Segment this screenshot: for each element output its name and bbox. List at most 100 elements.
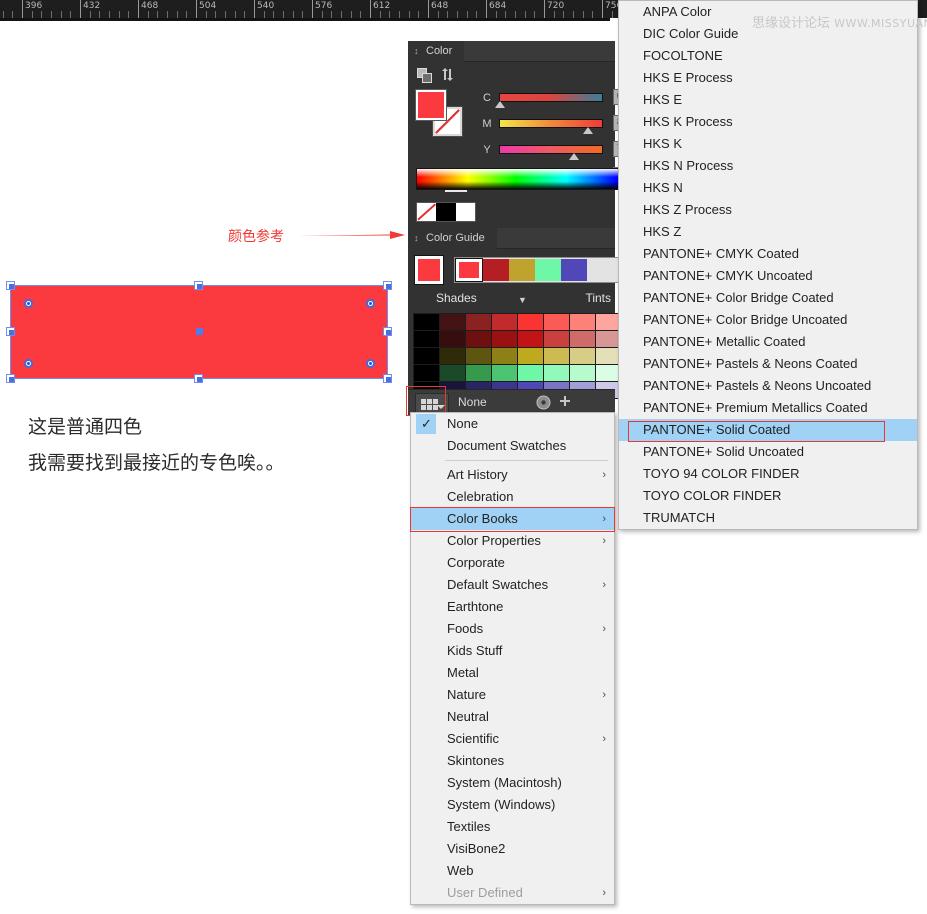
slider-thumb-c[interactable] bbox=[495, 101, 505, 108]
slider-track-y[interactable] bbox=[499, 145, 603, 154]
variation-swatch[interactable] bbox=[570, 365, 595, 381]
submenu-item-toyo-color-finder[interactable]: TOYO COLOR FINDER bbox=[619, 485, 917, 507]
menu-item-visibone2[interactable]: VisiBone2 bbox=[411, 838, 614, 860]
menu-item-scientific[interactable]: Scientific › bbox=[411, 728, 614, 750]
variation-swatch[interactable] bbox=[466, 331, 491, 347]
submenu-item-pantone-solid-coated[interactable]: PANTONE+ Solid Coated bbox=[619, 419, 917, 441]
submenu-item-pantone-color-bridge-uncoated[interactable]: PANTONE+ Color Bridge Uncoated bbox=[619, 309, 917, 331]
menu-item-art-history[interactable]: Art History › bbox=[411, 464, 614, 486]
variation-swatch[interactable] bbox=[440, 331, 465, 347]
slider-thumb-y[interactable] bbox=[568, 153, 579, 160]
resize-handle-top-center[interactable] bbox=[194, 281, 203, 290]
harmony-rules-swatches[interactable] bbox=[454, 257, 622, 283]
menu-item-neutral[interactable]: Neutral bbox=[411, 706, 614, 728]
menu-item-user-defined[interactable]: User Defined › bbox=[411, 882, 614, 904]
menu-item-system-windows[interactable]: System (Windows) bbox=[411, 794, 614, 816]
color-guide-panel[interactable]: ↕ Color Guide Shades ▼ Tints None bbox=[408, 228, 622, 415]
submenu-item-hks-n[interactable]: HKS N bbox=[619, 177, 917, 199]
variation-swatch[interactable] bbox=[570, 348, 595, 364]
swatch-libraries-menu-button[interactable] bbox=[415, 393, 449, 413]
submenu-item-pantone-cmyk-coated[interactable]: PANTONE+ CMYK Coated bbox=[619, 243, 917, 265]
variation-swatch[interactable] bbox=[518, 314, 543, 330]
submenu-item-hks-n-process[interactable]: HKS N Process bbox=[619, 155, 917, 177]
harmony-swatch[interactable] bbox=[455, 258, 483, 282]
menu-item-system-macintosh[interactable]: System (Macintosh) bbox=[411, 772, 614, 794]
variation-swatch[interactable] bbox=[570, 314, 595, 330]
new-color-group-icon[interactable] bbox=[558, 395, 572, 409]
resize-handle-top-left[interactable] bbox=[6, 281, 15, 290]
color-guide-tabbar[interactable]: ↕ Color Guide bbox=[408, 228, 615, 249]
submenu-item-trumatch[interactable]: TRUMATCH bbox=[619, 507, 917, 529]
white-color-swatch[interactable] bbox=[455, 203, 475, 221]
submenu-item-hks-e[interactable]: HKS E bbox=[619, 89, 917, 111]
color-group-icon[interactable] bbox=[417, 68, 433, 84]
path-anchor-bottom-left[interactable] bbox=[24, 359, 33, 368]
variation-swatch[interactable] bbox=[440, 314, 465, 330]
variation-swatch[interactable] bbox=[440, 348, 465, 364]
submenu-item-pantone-cmyk-uncoated[interactable]: PANTONE+ CMYK Uncoated bbox=[619, 265, 917, 287]
variation-swatch[interactable] bbox=[544, 365, 569, 381]
resize-handle-bottom-right[interactable] bbox=[383, 374, 392, 383]
resize-handle-middle-right[interactable] bbox=[383, 327, 392, 336]
menu-item-web[interactable]: Web bbox=[411, 860, 614, 882]
harmony-swatch[interactable] bbox=[509, 259, 535, 281]
menu-item-color-books[interactable]: Color Books › bbox=[411, 508, 614, 530]
harmony-swatch[interactable] bbox=[561, 259, 587, 281]
menu-item-corporate[interactable]: Corporate bbox=[411, 552, 614, 574]
submenu-item-pantone-solid-uncoated[interactable]: PANTONE+ Solid Uncoated bbox=[619, 441, 917, 463]
variation-swatch[interactable] bbox=[466, 348, 491, 364]
menu-item-color-properties[interactable]: Color Properties › bbox=[411, 530, 614, 552]
menu-item-default-swatches[interactable]: Default Swatches › bbox=[411, 574, 614, 596]
black-color-swatch[interactable] bbox=[436, 203, 456, 221]
variation-swatch[interactable] bbox=[518, 365, 543, 381]
variation-swatch[interactable] bbox=[518, 348, 543, 364]
menu-item-nature[interactable]: Nature › bbox=[411, 684, 614, 706]
submenu-item-pantone-pastels-neons-coated[interactable]: PANTONE+ Pastels & Neons Coated bbox=[619, 353, 917, 375]
swap-fill-stroke-icon[interactable] bbox=[440, 67, 456, 83]
path-anchor-bottom-right[interactable] bbox=[366, 359, 375, 368]
color-panel-tabbar[interactable]: ↕ Color bbox=[408, 41, 615, 62]
tab-color[interactable]: ↕ Color bbox=[408, 41, 465, 62]
menu-item-celebration[interactable]: Celebration bbox=[411, 486, 614, 508]
variation-swatch[interactable] bbox=[466, 314, 491, 330]
submenu-item-hks-e-process[interactable]: HKS E Process bbox=[619, 67, 917, 89]
submenu-item-pantone-premium-metallics-coated[interactable]: PANTONE+ Premium Metallics Coated bbox=[619, 397, 917, 419]
harmony-swatch[interactable] bbox=[483, 259, 509, 281]
variation-swatch[interactable] bbox=[414, 348, 439, 364]
submenu-item-toyo-94-color-finder[interactable]: TOYO 94 COLOR FINDER bbox=[619, 463, 917, 485]
variation-swatch[interactable] bbox=[544, 331, 569, 347]
variation-swatch[interactable] bbox=[414, 365, 439, 381]
fill-stroke-swatch[interactable] bbox=[415, 89, 463, 138]
variation-swatch[interactable] bbox=[570, 331, 595, 347]
none-black-white-bar[interactable] bbox=[416, 202, 476, 222]
selected-rectangle[interactable] bbox=[6, 281, 392, 383]
variation-swatch[interactable] bbox=[414, 314, 439, 330]
submenu-item-hks-k[interactable]: HKS K bbox=[619, 133, 917, 155]
submenu-item-focoltone[interactable]: FOCOLTONE bbox=[619, 45, 917, 67]
resize-handle-bottom-left[interactable] bbox=[6, 374, 15, 383]
variation-swatch[interactable] bbox=[518, 331, 543, 347]
resize-handle-top-right[interactable] bbox=[383, 281, 392, 290]
submenu-item-hks-k-process[interactable]: HKS K Process bbox=[619, 111, 917, 133]
menu-item-metal[interactable]: Metal bbox=[411, 662, 614, 684]
color-guide-base-swatch[interactable] bbox=[414, 255, 444, 285]
variation-swatch[interactable] bbox=[492, 314, 517, 330]
menu-item-foods[interactable]: Foods › bbox=[411, 618, 614, 640]
color-books-submenu[interactable]: ANPA Color DIC Color Guide FOCOLTONE HKS E … bbox=[618, 0, 918, 530]
variation-swatch[interactable] bbox=[440, 365, 465, 381]
none-color-icon[interactable] bbox=[417, 203, 437, 221]
fill-swatch[interactable] bbox=[415, 89, 447, 121]
variation-swatch[interactable] bbox=[466, 365, 491, 381]
harmony-swatch[interactable] bbox=[535, 259, 561, 281]
variation-swatch[interactable] bbox=[414, 331, 439, 347]
slider-track-c[interactable] bbox=[499, 93, 603, 102]
path-anchor-top-left[interactable] bbox=[24, 299, 33, 308]
menu-item-textiles[interactable]: Textiles bbox=[411, 816, 614, 838]
resize-handle-middle-left[interactable] bbox=[6, 327, 15, 336]
variation-swatch[interactable] bbox=[492, 331, 517, 347]
submenu-item-pantone-color-bridge-coated[interactable]: PANTONE+ Color Bridge Coated bbox=[619, 287, 917, 309]
show-swatch-kinds-icon[interactable] bbox=[536, 395, 551, 410]
submenu-item-pantone-metallic-coated[interactable]: PANTONE+ Metallic Coated bbox=[619, 331, 917, 353]
variation-swatch[interactable] bbox=[492, 348, 517, 364]
slider-thumb-m[interactable] bbox=[582, 127, 593, 134]
